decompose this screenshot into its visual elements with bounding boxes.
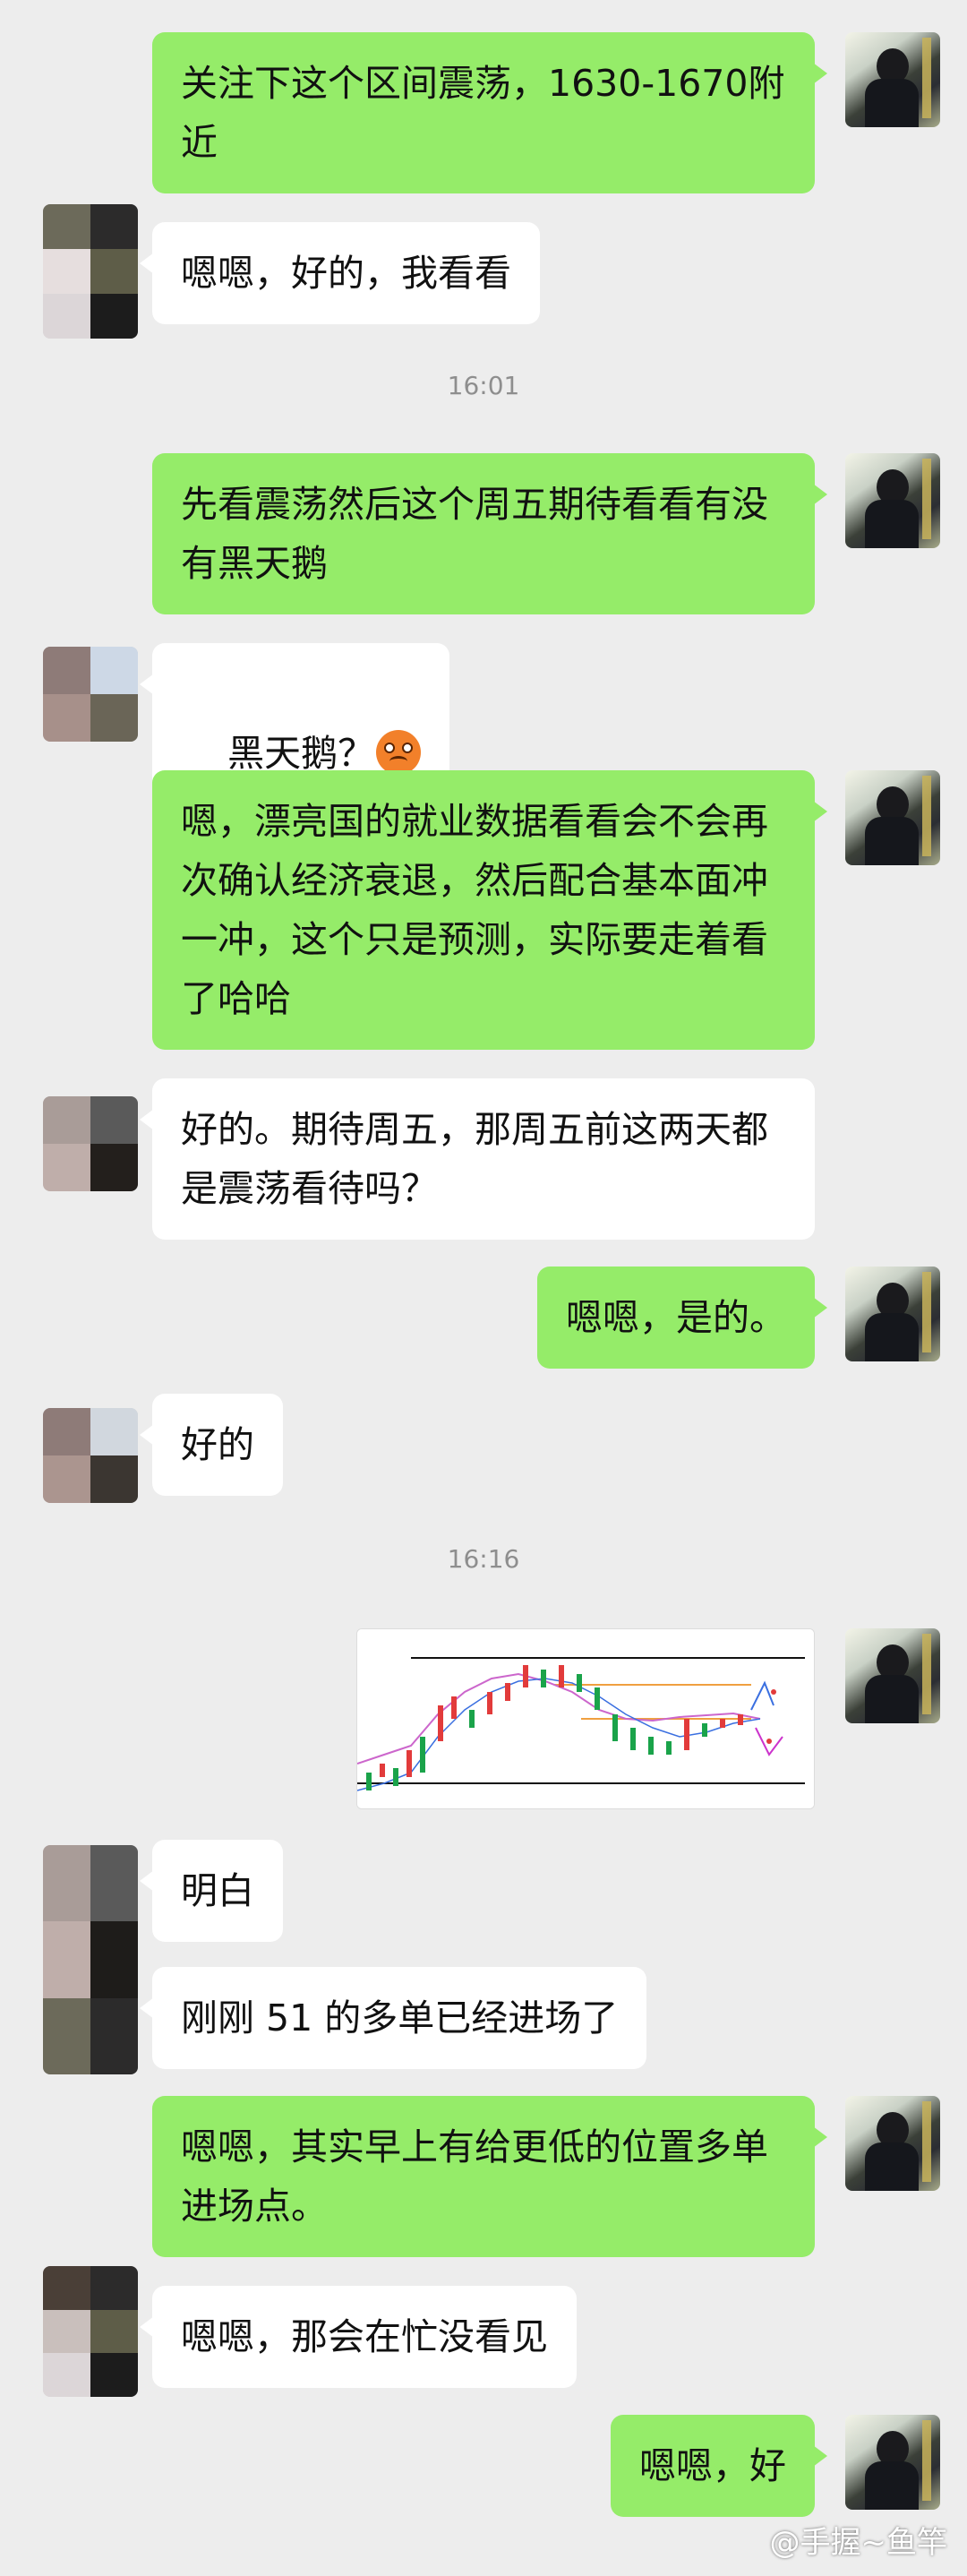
message-bubble[interactable]: 好的 — [140, 1394, 283, 1496]
chart-thumbnail — [357, 1629, 814, 1808]
message-bubble[interactable]: 刚刚 51 的多单已经进场了 — [139, 1967, 647, 2069]
my-avatar[interactable] — [845, 453, 940, 548]
watermark: @手握~鱼竿 — [769, 2525, 948, 2561]
message-bubble[interactable]: 嗯，漂亮国的就业数据看看会不会再次确认经济衰退，然后配合基本面冲一冲，这个只是预… — [152, 770, 827, 1050]
my-avatar[interactable] — [845, 32, 940, 127]
timestamp: 16:16 — [447, 1544, 520, 1574]
my-avatar[interactable] — [845, 2415, 940, 2510]
my-avatar[interactable] — [845, 770, 940, 865]
message-bubble[interactable]: 嗯嗯，是的。 — [537, 1267, 827, 1369]
contact-avatar[interactable] — [43, 1845, 138, 2074]
my-avatar[interactable] — [845, 1628, 940, 1723]
message-bubble[interactable]: 嗯嗯，其实早上有给更低的位置多单进场点。 — [152, 2096, 827, 2257]
worried-face-icon — [376, 730, 422, 775]
contact-avatar[interactable] — [43, 204, 138, 339]
message-bubble[interactable]: 明白 — [140, 1840, 283, 1942]
message-bubble[interactable]: 先看震荡然后这个周五期待看看有没有黑天鹅 — [152, 453, 827, 614]
timestamp: 16:01 — [447, 371, 520, 400]
contact-avatar[interactable] — [43, 1096, 138, 1191]
my-avatar[interactable] — [845, 2096, 940, 2191]
contact-avatar[interactable] — [43, 647, 138, 742]
message-bubble[interactable]: 好的。期待周五，那周五前这两天都是震荡看待吗？ — [140, 1078, 815, 1240]
price-chart-image[interactable] — [356, 1628, 815, 1809]
message-bubble[interactable]: 嗯嗯，好 — [611, 2415, 827, 2517]
message-bubble[interactable]: 嗯嗯，好的，我看看 — [140, 222, 540, 324]
contact-avatar[interactable] — [43, 2266, 138, 2397]
chat-view: 关注下这个区间震荡，1630-1670附近 嗯嗯，好的，我看看 16:01 先看… — [0, 0, 967, 2576]
contact-avatar[interactable] — [43, 1408, 138, 1503]
my-avatar[interactable] — [845, 1267, 940, 1361]
message-text: 黑天鹅？ — [227, 732, 375, 775]
message-bubble[interactable]: 关注下这个区间震荡，1630-1670附近 — [152, 32, 827, 193]
message-bubble[interactable]: 嗯嗯，那会在忙没看见 — [140, 2286, 577, 2388]
